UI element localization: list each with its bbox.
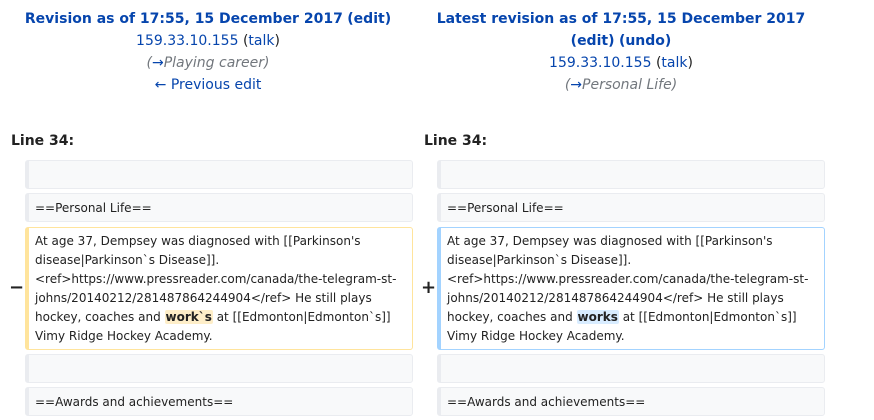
paren-close: ) xyxy=(264,55,270,71)
paren-close: ) xyxy=(664,33,672,49)
new-revision-title-line: Latest revision as of 17:55, 15 December… xyxy=(414,8,828,30)
new-revision-title[interactable]: Latest revision as of 17:55, 15 December… xyxy=(437,11,805,27)
paren-close: ) xyxy=(687,55,693,71)
old-context-heading-2: ==Awards and achievements== xyxy=(25,387,413,416)
deleted-line-marker: − xyxy=(9,277,25,298)
added-word: works xyxy=(576,310,619,324)
new-line-number: Line 34: xyxy=(424,133,488,149)
deleted-word: work`s xyxy=(164,310,213,324)
new-edit-summary: (→Personal Life) xyxy=(414,74,828,96)
previous-edit-line: ← Previous edit xyxy=(0,74,416,96)
new-context-empty xyxy=(437,160,825,189)
paren-close: ) xyxy=(384,11,392,27)
old-context-empty xyxy=(25,160,413,189)
new-context-heading-2: ==Awards and achievements== xyxy=(437,387,825,416)
old-revision-user-line: 159.33.10.155 (talk) xyxy=(0,30,416,52)
old-line-number: Line 34: xyxy=(11,133,75,149)
old-context-empty-2 xyxy=(25,354,413,383)
new-section-name: Personal Life xyxy=(582,77,672,93)
new-revision-header: Latest revision as of 17:55, 15 December… xyxy=(414,8,828,96)
new-context-heading: ==Personal Life== xyxy=(437,193,825,222)
new-context-empty-2 xyxy=(437,354,825,383)
new-edit-link[interactable]: edit xyxy=(577,33,608,49)
old-revision-title-line: Revision as of 17:55, 15 December 2017 (… xyxy=(0,8,416,30)
new-revision-actions-line: (edit) (undo) xyxy=(414,30,828,52)
undo-link[interactable]: undo xyxy=(625,33,665,49)
old-edit-link[interactable]: edit xyxy=(354,11,385,27)
new-talk-link[interactable]: talk xyxy=(661,55,687,71)
added-line-marker: + xyxy=(421,277,437,298)
old-revision-title[interactable]: Revision as of 17:55, 15 December 2017 xyxy=(25,11,343,27)
new-user-link[interactable]: 159.33.10.155 xyxy=(549,55,651,71)
added-line: At age 37, Dempsey was diagnosed with [[… xyxy=(437,227,825,350)
old-section-name: Playing career xyxy=(163,55,265,71)
section-arrow-link[interactable]: → xyxy=(152,55,164,71)
old-revision-header: Revision as of 17:55, 15 December 2017 (… xyxy=(0,8,416,96)
paren-close: ) xyxy=(608,33,615,49)
old-talk-link[interactable]: talk xyxy=(248,33,274,49)
section-arrow-link[interactable]: → xyxy=(570,77,582,93)
paren-close: ) xyxy=(671,77,678,93)
new-revision-user-line: 159.33.10.155 (talk) xyxy=(414,52,828,74)
old-edit-summary: (→Playing career) xyxy=(0,52,416,74)
old-user-link[interactable]: 159.33.10.155 xyxy=(136,33,238,49)
previous-edit-link[interactable]: ← Previous edit xyxy=(155,77,262,93)
paren-close: ) xyxy=(274,33,280,49)
old-context-heading: ==Personal Life== xyxy=(25,193,413,222)
deleted-line: At age 37, Dempsey was diagnosed with [[… xyxy=(25,227,413,350)
